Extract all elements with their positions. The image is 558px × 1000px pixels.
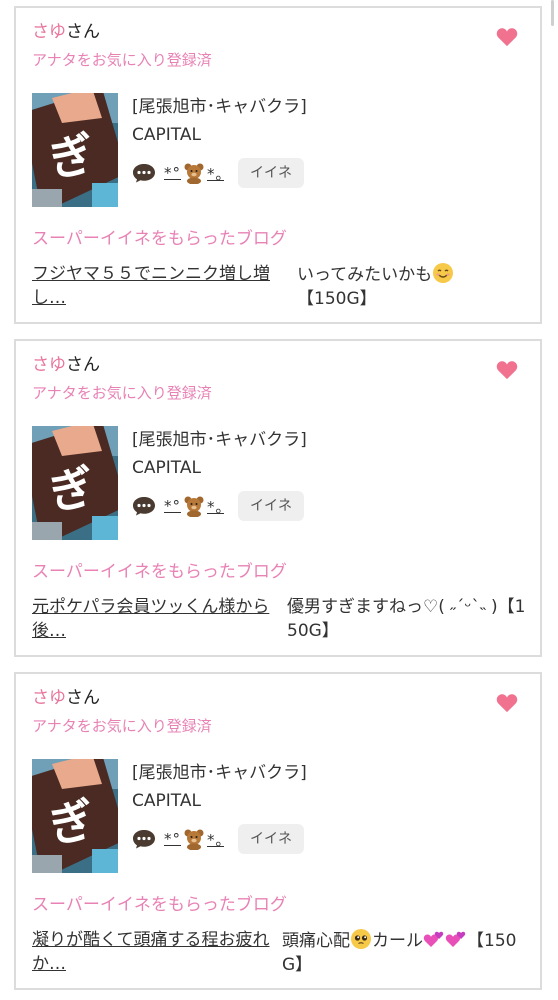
cast-row: *° *｡ イイネ xyxy=(132,156,305,190)
comment-mid: カール xyxy=(372,931,423,951)
heart-icon[interactable] xyxy=(496,359,518,381)
heart-icon[interactable] xyxy=(496,692,518,714)
bear-emoji xyxy=(184,829,204,850)
user-line: さゆさん xyxy=(32,686,212,710)
scrollbar[interactable] xyxy=(551,0,554,26)
favorite-status: アナタをお気に入り登録済 xyxy=(32,51,212,69)
shop-area: [尾張旭市･キャバクラ] xyxy=(132,763,307,783)
chat-bubble-icon[interactable] xyxy=(132,496,156,516)
cast-thumbnail[interactable]: ぎ xyxy=(32,759,118,873)
chat-bubble-icon[interactable] xyxy=(132,829,156,849)
card-header: さゆさん アナタをお気に入り登録済 xyxy=(32,686,212,736)
iine-button[interactable]: イイネ xyxy=(238,491,305,521)
blog-title-link[interactable]: 元ポケパラ会員ツッくん様から後… xyxy=(32,595,277,643)
card-header: さゆさん アナタをお気に入り登録済 xyxy=(32,20,212,70)
user-honorific: さん xyxy=(66,688,100,708)
two-hearts-emoji xyxy=(445,931,466,947)
blog-comment: いってみたいかも 【150G】 xyxy=(297,262,527,311)
blog-comment: 優男すぎますねっ♡( ˶ˊᵕˋ˵ )【150G】 xyxy=(287,595,527,643)
favorite-status: アナタをお気に入り登録済 xyxy=(32,717,212,735)
notification-card[interactable]: さゆさん アナタをお気に入り登録済 ぎ [尾張旭市･キャバクラ] CAPITAL xyxy=(14,339,542,657)
bear-emoji xyxy=(184,163,204,184)
user-honorific: さん xyxy=(66,22,100,42)
user-name[interactable]: さゆ xyxy=(32,22,66,42)
cast-row: *° *｡ イイネ xyxy=(132,489,305,523)
user-name[interactable]: さゆ xyxy=(32,688,66,708)
cast-thumbnail[interactable]: ぎ xyxy=(32,93,118,207)
comment-text: 頭痛心配 xyxy=(282,931,350,951)
comment-tail: 【150G】 xyxy=(297,289,377,309)
blog-title-link[interactable]: フジヤマ５５でニンニク増し増し… xyxy=(32,262,277,310)
blog-heading: スーパーイイネをもらったブログ xyxy=(32,562,287,582)
cast-name-suffix: *｡ xyxy=(207,830,225,849)
cast-name[interactable]: *° *｡ xyxy=(164,495,224,517)
cast-row: *° *｡ イイネ xyxy=(132,822,305,856)
blog-heading: スーパーイイネをもらったブログ xyxy=(32,895,287,915)
shop-info: [尾張旭市･キャバクラ] CAPITAL xyxy=(132,95,307,147)
cast-name-suffix: *｡ xyxy=(207,497,225,516)
card-header: さゆさん アナタをお気に入り登録済 xyxy=(32,353,212,403)
shop-area: [尾張旭市･キャバクラ] xyxy=(132,97,307,117)
two-hearts-emoji xyxy=(423,931,444,947)
cast-name[interactable]: *° *｡ xyxy=(164,162,224,184)
iine-button[interactable]: イイネ xyxy=(238,824,305,854)
comment-text: 優男すぎますねっ♡( ˶ˊᵕˋ˵ ) xyxy=(287,597,498,617)
notification-card[interactable]: さゆさん アナタをお気に入り登録済 ぎ [尾張旭市･キャバクラ] CAPITAL xyxy=(14,672,542,990)
shop-info: [尾張旭市･キャバクラ] CAPITAL xyxy=(132,761,307,813)
smiling-face-emoji xyxy=(433,263,454,283)
notification-card[interactable]: さゆさん アナタをお気に入り登録済 ぎ [尾張旭市･キャバクラ] CAPITAL xyxy=(14,6,542,324)
cast-name-suffix: *｡ xyxy=(207,164,225,183)
iine-button[interactable]: イイネ xyxy=(238,158,305,188)
user-line: さゆさん xyxy=(32,20,212,44)
blog-comment: 頭痛心配 カール 【150G】 xyxy=(282,928,527,977)
user-honorific: さん xyxy=(66,355,100,375)
bear-emoji xyxy=(184,496,204,517)
cast-name[interactable]: *° *｡ xyxy=(164,828,224,850)
heart-icon[interactable] xyxy=(496,26,518,48)
shop-name[interactable]: CAPITAL xyxy=(132,789,307,813)
cast-name-prefix: *° xyxy=(164,830,181,848)
comment-text: いってみたいかも xyxy=(297,265,433,285)
shop-name[interactable]: CAPITAL xyxy=(132,123,307,147)
chat-bubble-icon[interactable] xyxy=(132,163,156,183)
blog-title-link[interactable]: 凝りが酷くて頭痛する程お疲れか… xyxy=(32,928,277,976)
shop-area: [尾張旭市･キャバクラ] xyxy=(132,430,307,450)
user-name[interactable]: さゆ xyxy=(32,355,66,375)
user-line: さゆさん xyxy=(32,353,212,377)
cast-name-prefix: *° xyxy=(164,497,181,515)
cast-name-prefix: *° xyxy=(164,164,181,182)
pleading-face-emoji xyxy=(351,929,371,949)
shop-name[interactable]: CAPITAL xyxy=(132,456,307,480)
blog-heading: スーパーイイネをもらったブログ xyxy=(32,229,287,249)
favorite-status: アナタをお気に入り登録済 xyxy=(32,384,212,402)
shop-info: [尾張旭市･キャバクラ] CAPITAL xyxy=(132,428,307,480)
cast-thumbnail[interactable]: ぎ xyxy=(32,426,118,540)
